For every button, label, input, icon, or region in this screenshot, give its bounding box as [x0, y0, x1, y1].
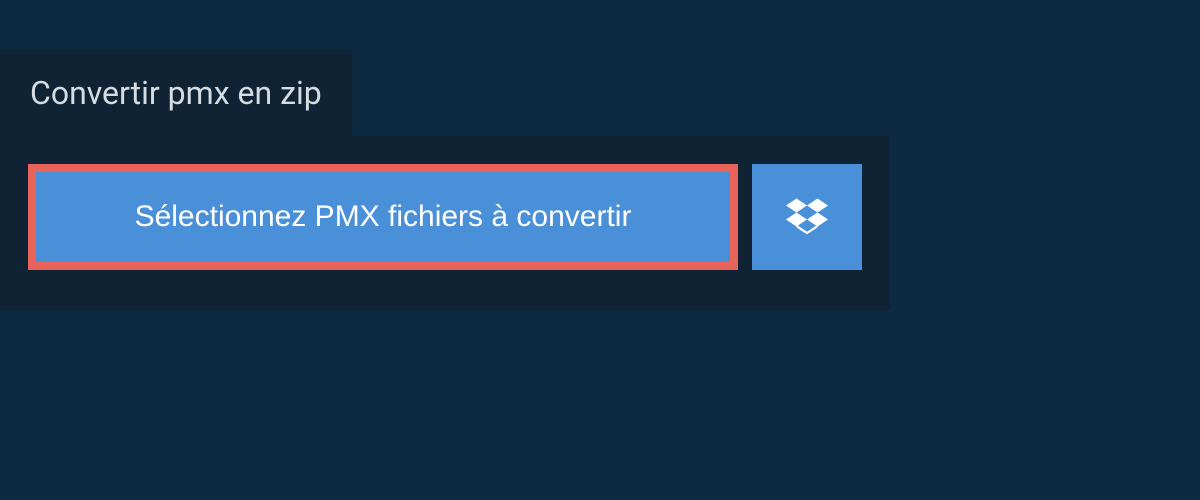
tab-header: Convertir pmx en zip: [0, 50, 352, 136]
upload-panel: Sélectionnez PMX fichiers à convertir: [0, 136, 890, 310]
page-title: Convertir pmx en zip: [30, 74, 322, 112]
dropbox-icon: [786, 195, 828, 240]
dropbox-button[interactable]: [752, 164, 862, 270]
select-files-label: Sélectionnez PMX fichiers à convertir: [135, 200, 632, 234]
select-files-button[interactable]: Sélectionnez PMX fichiers à convertir: [28, 164, 738, 270]
button-row: Sélectionnez PMX fichiers à convertir: [28, 164, 862, 270]
